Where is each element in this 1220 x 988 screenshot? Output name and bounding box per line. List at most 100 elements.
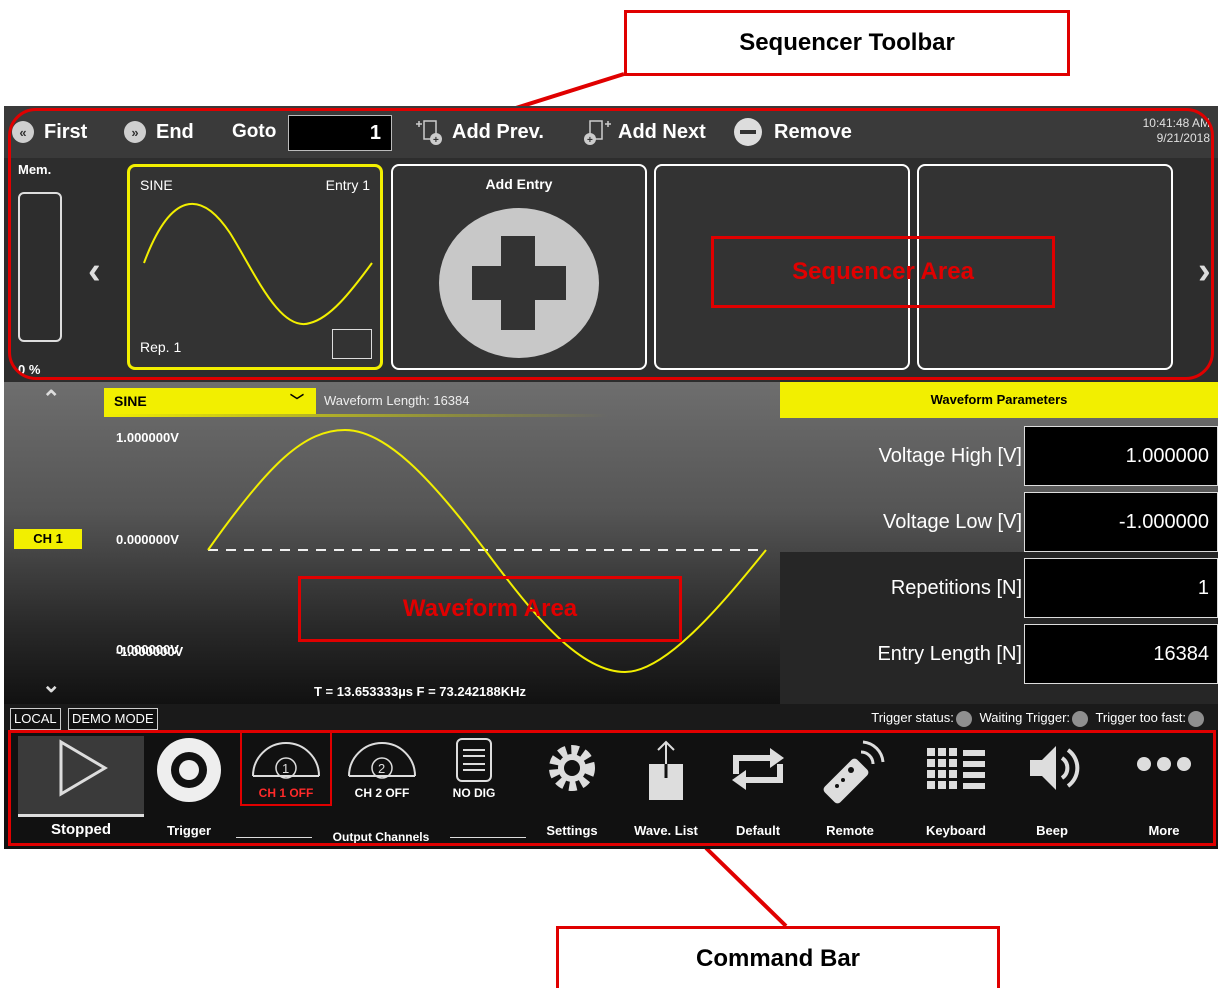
entry-type: SINE: [140, 177, 173, 193]
remove-label: Remove: [774, 120, 852, 143]
waveform-area-annotation: Waveform Area: [298, 576, 682, 642]
ch2-output-button[interactable]: 2 CH 2 OFF: [336, 730, 428, 842]
no-dig-label: NO DIG: [452, 786, 496, 800]
gear-icon: [549, 745, 595, 791]
param-value-input[interactable]: 1.000000: [1024, 426, 1218, 486]
entry-repetitions: Rep. 1: [140, 339, 182, 355]
add-prev-label: Add Prev.: [452, 120, 544, 143]
remote-label: Remote: [826, 823, 874, 838]
clock-date: 9/21/2018: [1156, 131, 1210, 145]
param-row: Repetitions [N] 1: [780, 556, 1218, 620]
clock-time: 10:41:48 AM: [1142, 116, 1210, 130]
waveform-plot: [207, 428, 767, 674]
clock: 10:41:48 AM 9/21/2018: [1143, 116, 1210, 146]
keyboard-button[interactable]: Keyboard: [914, 730, 998, 842]
param-label: Entry Length [N]: [877, 643, 1022, 665]
wave-list-button[interactable]: Wave. List: [624, 730, 708, 842]
end-button[interactable]: » End: [124, 106, 194, 158]
memory-label: Mem.: [18, 162, 52, 177]
waveform-parameters-header: Waveform Parameters: [780, 382, 1218, 418]
more-button[interactable]: More: [1122, 730, 1206, 842]
first-button[interactable]: « First: [12, 106, 87, 158]
add-next-icon: +: [584, 120, 611, 146]
voltage-low-label: -1.000000V: [116, 644, 184, 659]
trigger-status-led-icon: [955, 710, 972, 727]
play-icon: [59, 739, 108, 797]
remove-button[interactable]: Remove: [734, 106, 852, 158]
no-dig-button[interactable]: NO DIG: [432, 730, 516, 842]
add-entry-card[interactable]: Add Entry: [391, 164, 647, 370]
more-label: More: [1148, 823, 1180, 838]
command-bar-callout: Command Bar: [556, 926, 1000, 988]
goto-input[interactable]: 1: [288, 115, 392, 151]
speaker-icon: [1030, 746, 1080, 790]
svg-text:1: 1: [282, 761, 289, 776]
param-value-input[interactable]: 16384: [1024, 624, 1218, 684]
param-row: Entry Length [N] 16384: [780, 622, 1218, 686]
repeat-icon: [732, 748, 784, 790]
beep-label: Beep: [1036, 823, 1068, 838]
add-prev-button[interactable]: + Add Prev.: [416, 106, 544, 158]
trigger-too-fast-label: Trigger too fast:: [1095, 710, 1186, 725]
demo-mode-badge: DEMO MODE: [68, 708, 158, 730]
param-label: Voltage Low [V]: [883, 511, 1022, 533]
param-value-input[interactable]: -1.000000: [1024, 492, 1218, 552]
waveform-length-underline: [104, 414, 608, 417]
remote-button[interactable]: Remote: [808, 730, 892, 842]
sequencer-area: Mem. 0 % ‹ › SINE Entry 1 Rep. 1 Add Ent…: [4, 158, 1218, 382]
upload-icon: [649, 740, 683, 800]
trigger-too-fast-led-icon: [1188, 710, 1204, 727]
end-label: End: [156, 120, 194, 143]
ch1-output-button[interactable]: 1 CH 1 OFF: [240, 730, 332, 842]
add-entry-label: Add Entry: [485, 176, 553, 192]
settings-label: Settings: [546, 823, 598, 838]
minus-circle-icon: [734, 118, 762, 146]
entry-waveform-thumbnail: [143, 203, 373, 326]
stopped-button[interactable]: Stopped: [18, 730, 144, 842]
double-chevron-left-icon: «: [12, 121, 34, 143]
trigger-status-label: Trigger status:: [871, 710, 954, 725]
sequencer-toolbar: « First » End Goto 1 + Add Prev. + Add N…: [4, 106, 1218, 158]
command-bar: Stopped Trigger 1 CH 1 OFF 2 CH 2 OFF NO…: [4, 730, 1218, 849]
chevron-right-icon[interactable]: ›: [1198, 250, 1211, 293]
waveform-parameters-panel: Waveform Parameters Voltage High [V] 1.0…: [780, 382, 1218, 704]
channel-badge[interactable]: CH 1: [14, 529, 82, 549]
param-value-input[interactable]: 1: [1024, 558, 1218, 618]
plus-circle-icon: [439, 208, 599, 358]
remote-control-icon: [823, 740, 885, 804]
add-next-button[interactable]: + Add Next: [582, 106, 706, 158]
chevron-left-icon[interactable]: ‹: [88, 250, 101, 293]
waveform-type-select[interactable]: SINE ﹀: [104, 388, 316, 414]
chevron-up-icon[interactable]: ⌃: [42, 386, 60, 412]
output-channels-group-label: Output Channels: [236, 828, 526, 848]
ch2-channel-icon: 2: [348, 742, 416, 779]
sequence-entry-card[interactable]: SINE Entry 1 Rep. 1: [127, 164, 383, 370]
waiting-trigger-label: Waiting Trigger:: [979, 710, 1071, 725]
beep-button[interactable]: Beep: [1010, 730, 1094, 842]
svg-text:+: +: [433, 135, 439, 146]
entry-marker-box: [332, 329, 372, 359]
add-next-label: Add Next: [618, 120, 706, 143]
trigger-label: Trigger: [166, 823, 212, 838]
param-label: Repetitions [N]: [890, 577, 1022, 599]
ch1-status-label: CH 1 OFF: [258, 786, 314, 800]
keyboard-label: Keyboard: [926, 823, 986, 838]
settings-button[interactable]: Settings: [530, 730, 614, 842]
first-label: First: [44, 120, 88, 143]
trigger-icon: [157, 738, 221, 802]
entry-name: Entry 1: [325, 177, 370, 193]
chevron-down-icon: ﹀: [290, 393, 304, 409]
trigger-button[interactable]: Trigger: [144, 730, 234, 842]
param-row: Voltage High [V] 1.000000: [780, 424, 1218, 488]
app-window: « First » End Goto 1 + Add Prev. + Add N…: [4, 106, 1218, 849]
chevron-down-icon[interactable]: ⌄: [42, 672, 60, 698]
goto-label: Goto: [232, 121, 277, 142]
waiting-trigger-led-icon: [1072, 710, 1089, 727]
default-button[interactable]: Default: [716, 730, 800, 842]
digital-channel-icon: [456, 738, 492, 782]
waveform-length: Waveform Length: 16384: [324, 393, 470, 408]
param-label: Voltage High [V]: [878, 445, 1022, 467]
memory-gauge: [18, 192, 62, 342]
ch1-channel-icon: 1: [252, 742, 320, 779]
trigger-indicators: Trigger status: Waiting Trigger: Trigger…: [871, 710, 1208, 727]
